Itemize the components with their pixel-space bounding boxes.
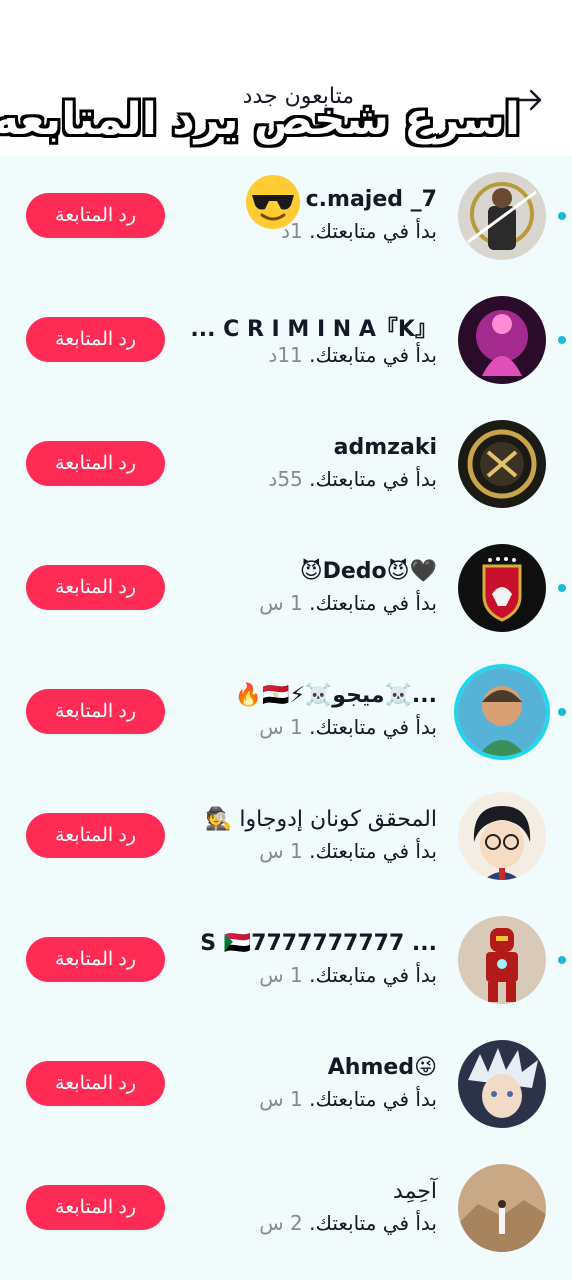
- follow-time: 1 س: [259, 839, 303, 863]
- follow-back-button[interactable]: رد المتابعة: [26, 193, 165, 238]
- follow-status: بدأ في متابعتك. 1 س: [259, 839, 437, 863]
- follow-status: بدأ في متابعتك. 1د: [281, 219, 437, 243]
- follower-row[interactable]: رد المتابعة 『K』C R I M I N A ... بدأ في …: [0, 280, 572, 404]
- follow-status: بدأ في متابعتك. 1 س: [259, 963, 437, 987]
- follower-row[interactable]: رد المتابعة آحِمِد بدأ في متابعتك. 2 س: [0, 1148, 572, 1272]
- follower-row[interactable]: رد المتابعة ... S 🇸🇩7777777777 بدأ في مت…: [0, 900, 572, 1024]
- follower-row[interactable]: رد المتابعة ...☠️ميجو☠️⚡🇪🇬🔥 بدأ في متابع…: [0, 652, 572, 776]
- follow-back-button[interactable]: رد المتابعة: [26, 937, 165, 982]
- followers-list: رد المتابعة c.majed _7 بدأ في متابعتك. 1…: [0, 156, 572, 1280]
- follow-status: بدأ في متابعتك. 11د: [268, 343, 437, 367]
- follow-time: 1 س: [259, 715, 303, 739]
- follower-name[interactable]: ...☠️ميجو☠️⚡🇪🇬🔥: [235, 683, 437, 708]
- follower-avatar[interactable]: [458, 420, 546, 508]
- follower-row[interactable]: رد المتابعة c.majed _7 بدأ في متابعتك. 1…: [0, 156, 572, 280]
- follower-avatar[interactable]: [458, 1040, 546, 1128]
- follower-avatar-live-ring[interactable]: [454, 664, 550, 760]
- follower-row[interactable]: رد المتابعة 🖤😈Dedo😈 بدأ في متابعتك. 1 س: [0, 528, 572, 652]
- unread-dot: [558, 708, 566, 716]
- follower-avatar[interactable]: [458, 296, 546, 384]
- unread-dot: [558, 212, 566, 220]
- follow-status: بدأ في متابعتك. 55د: [268, 467, 437, 491]
- follow-time: 1د: [281, 219, 303, 243]
- unread-dot: [558, 956, 566, 964]
- follower-name[interactable]: c.majed _7: [306, 187, 437, 212]
- follower-row[interactable]: رد المتابعة 😜Ahmed بدأ في متابعتك. 1 س: [0, 1024, 572, 1148]
- follow-status: بدأ في متابعتك. 2 س: [259, 1211, 437, 1235]
- follow-time: 1 س: [259, 963, 303, 987]
- follow-back-button[interactable]: رد المتابعة: [26, 813, 165, 858]
- follower-avatar[interactable]: [458, 916, 546, 1004]
- follow-time: 1 س: [259, 1087, 303, 1111]
- follow-time: 1 س: [259, 591, 303, 615]
- follow-back-button[interactable]: رد المتابعة: [26, 1185, 165, 1230]
- unread-dot: [558, 336, 566, 344]
- follower-name[interactable]: 『K』C R I M I N A ...: [190, 311, 437, 343]
- unread-dot: [558, 584, 566, 592]
- follower-name[interactable]: ... S 🇸🇩7777777777: [200, 931, 437, 956]
- follower-name[interactable]: المحقق كونان إدوجاوا 🕵️: [205, 807, 437, 832]
- follower-name[interactable]: 🖤😈Dedo😈: [300, 559, 437, 584]
- follow-back-button[interactable]: رد المتابعة: [26, 317, 165, 362]
- follower-avatar[interactable]: [458, 544, 546, 632]
- follow-status: بدأ في متابعتك. 1 س: [259, 715, 437, 739]
- follower-avatar[interactable]: [458, 172, 546, 260]
- follow-status: بدأ في متابعتك. 1 س: [259, 591, 437, 615]
- follower-row[interactable]: رد المتابعة المحقق كونان إدوجاوا 🕵️ بدأ …: [0, 776, 572, 900]
- follow-back-button[interactable]: رد المتابعة: [26, 689, 165, 734]
- overlay-headline: اسرع شخص يرد المتابعه: [0, 94, 520, 145]
- follow-time: 55د: [268, 467, 303, 491]
- follow-back-button[interactable]: رد المتابعة: [26, 565, 165, 610]
- follower-avatar[interactable]: [458, 792, 546, 880]
- follow-time: 11د: [268, 343, 303, 367]
- follow-back-button[interactable]: رد المتابعة: [26, 1061, 165, 1106]
- follow-status: بدأ في متابعتك. 1 س: [259, 1087, 437, 1111]
- follow-time: 2 س: [259, 1211, 303, 1235]
- follower-name[interactable]: 😜Ahmed: [328, 1055, 437, 1080]
- follower-name[interactable]: آحِمِد: [393, 1179, 437, 1204]
- follow-back-button[interactable]: رد المتابعة: [26, 441, 165, 486]
- follower-avatar[interactable]: [458, 1164, 546, 1252]
- follower-name[interactable]: admzaki: [334, 435, 437, 460]
- header: متابعون جدد اسرع شخص يرد المتابعه: [0, 0, 572, 156]
- follower-row[interactable]: رد المتابعة admzaki بدأ في متابعتك. 55د: [0, 404, 572, 528]
